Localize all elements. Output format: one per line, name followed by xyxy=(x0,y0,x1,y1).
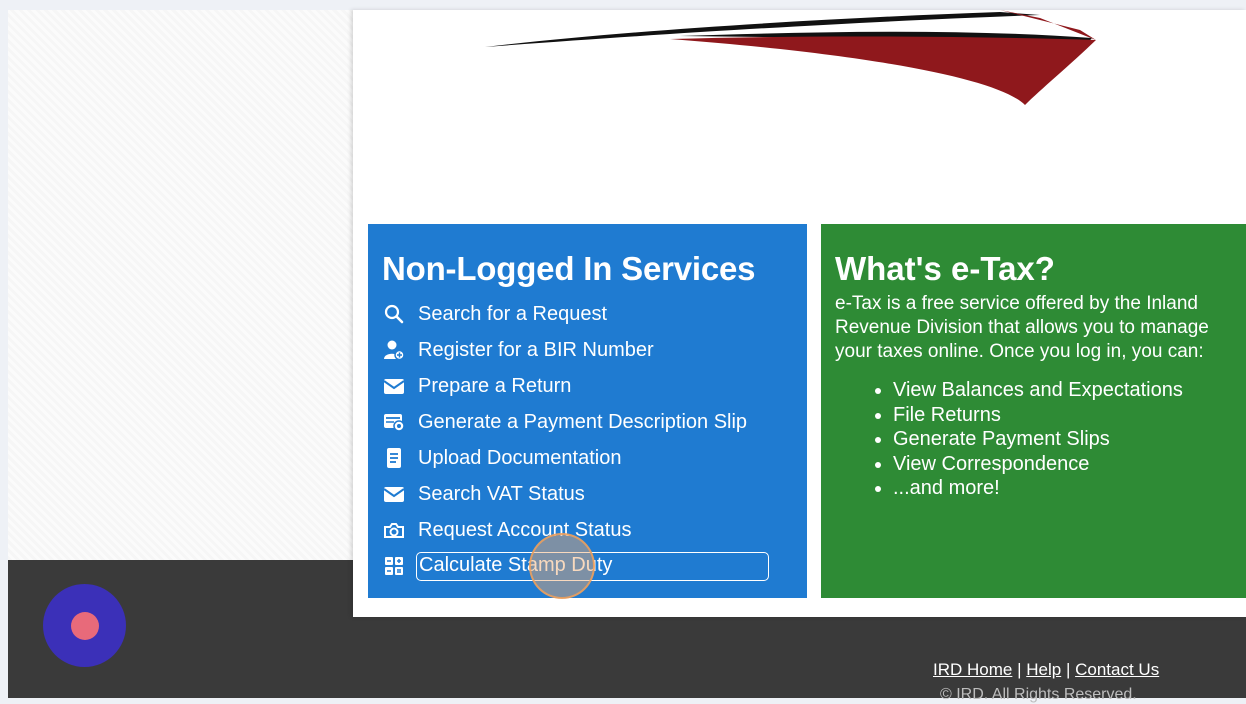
service-upload-documentation[interactable]: Upload Documentation xyxy=(382,440,807,476)
separator: | xyxy=(1017,660,1022,679)
click-indicator xyxy=(529,533,595,599)
help-link[interactable]: Help xyxy=(1026,660,1061,679)
etax-description: e-Tax is a free service offered by the I… xyxy=(835,293,1209,362)
service-label: Upload Documentation xyxy=(418,446,622,469)
document-icon xyxy=(382,446,406,470)
features-list: View Balances and Expectations File Retu… xyxy=(835,378,1246,501)
footer-links: IRD Home | Help | Contact Us xyxy=(933,660,1159,680)
search-icon xyxy=(382,302,406,326)
service-register-bir[interactable]: Register for a BIR Number xyxy=(382,332,807,368)
service-label: Search VAT Status xyxy=(418,482,585,505)
service-search-request[interactable]: Search for a Request xyxy=(382,296,807,332)
list-item: View Correspondence xyxy=(893,452,1246,477)
camera-icon xyxy=(382,518,406,542)
non-logged-in-services-panel: Non-Logged In Services Search for a Requ… xyxy=(368,224,807,598)
service-search-vat-status[interactable]: Search VAT Status xyxy=(382,476,807,512)
service-generate-payment-slip[interactable]: Generate a Payment Description Slip xyxy=(382,404,807,440)
service-request-account-status[interactable]: Request Account Status xyxy=(382,512,807,548)
list-item: Generate Payment Slips xyxy=(893,427,1246,452)
service-label: Search for a Request xyxy=(418,302,607,325)
services-list: Search for a Request Register for a BIR … xyxy=(382,296,807,584)
record-dot-icon xyxy=(70,611,99,640)
envelope-open-icon xyxy=(382,374,406,398)
list-item: ...and more! xyxy=(893,476,1246,501)
copyright-text: © IRD. All Rights Reserved. xyxy=(940,686,1137,703)
service-label: Generate a Payment Description Slip xyxy=(418,410,748,433)
record-button[interactable] xyxy=(43,584,126,667)
separator: | xyxy=(1065,660,1071,679)
grid-calculator-icon xyxy=(382,554,406,578)
ird-home-link[interactable]: IRD Home xyxy=(933,660,1012,679)
service-label: Request Account Status xyxy=(418,518,632,541)
panel-title: What's e-Tax? xyxy=(835,250,1055,287)
user-add-icon xyxy=(382,338,406,362)
list-item: View Balances and Expectations xyxy=(893,378,1246,403)
ird-logo-swoosh xyxy=(485,10,1096,106)
service-label: Register for a BIR Number xyxy=(418,338,654,361)
contact-us-link[interactable]: Contact Us xyxy=(1075,660,1159,679)
envelope-icon xyxy=(382,482,406,506)
payment-slip-icon xyxy=(382,410,406,434)
list-item: File Returns xyxy=(893,403,1246,428)
service-prepare-return[interactable]: Prepare a Return xyxy=(382,368,807,404)
what-is-etax-panel: What's e-Tax? e-Tax is a free service of… xyxy=(821,224,1246,598)
panel-title: Non-Logged In Services xyxy=(382,250,756,287)
service-label: Prepare a Return xyxy=(418,374,572,397)
